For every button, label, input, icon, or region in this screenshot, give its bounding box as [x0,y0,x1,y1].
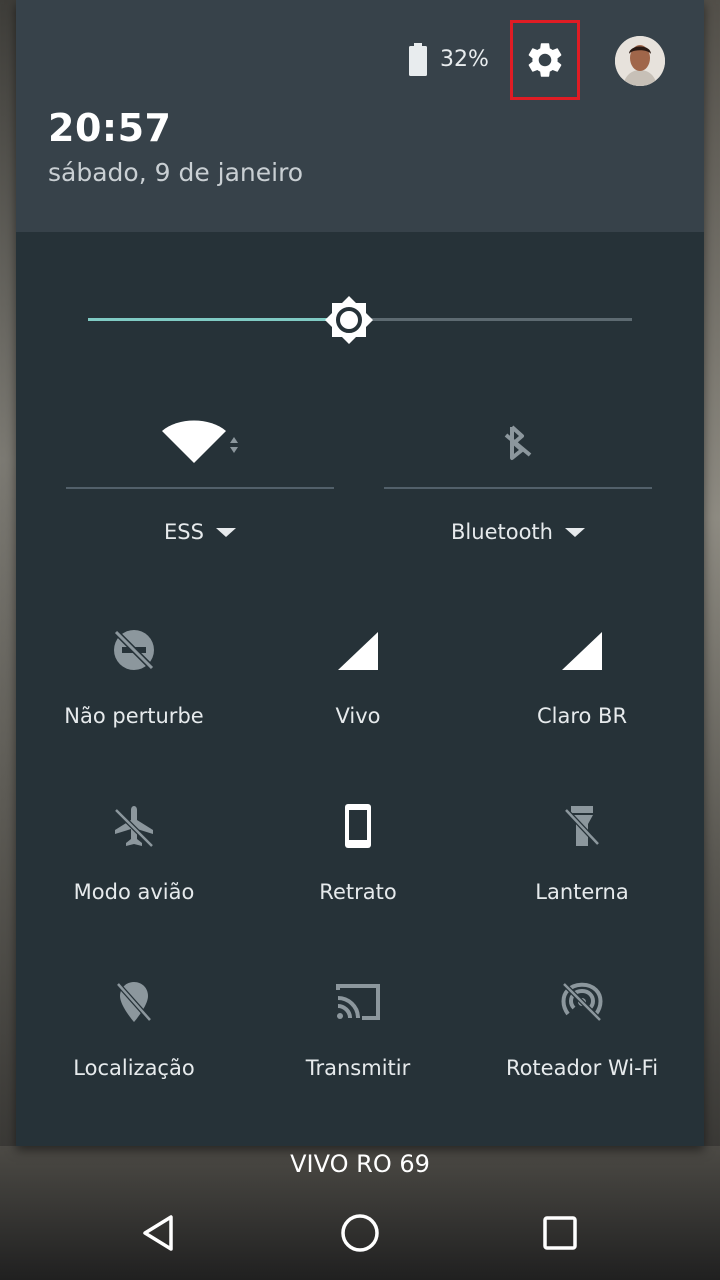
wifi-tile-divider [66,487,334,489]
flashlight-off-icon [564,806,600,846]
wifi-network-dropdown[interactable]: ESS [66,516,334,548]
cell-signal-icon [338,632,378,670]
home-icon [341,1214,379,1252]
wallpaper-left [0,0,16,1150]
wifi-tile[interactable]: ESS [66,400,334,570]
tile-airplane-mode[interactable]: Modo avião [22,796,246,946]
tile-label: Vivo [335,704,381,728]
do-not-disturb-off-icon [113,629,155,671]
tile-location[interactable]: Localização [22,972,246,1122]
gear-icon [528,43,562,77]
battery-percent: 32% [440,47,489,72]
quick-settings-header: 32% 20:57 sábado, 9 de janeiro [16,0,704,232]
tile-label: Transmitir [305,1056,411,1080]
settings-button[interactable] [510,20,580,100]
bluetooth-tile-icon-area [384,414,652,470]
tile-label: Lanterna [535,880,629,904]
chevron-down-icon [564,527,585,537]
tile-icon-area [246,796,470,856]
wallpaper-right [704,0,720,1150]
user-photo-icon [615,36,665,86]
location-off-icon [116,982,152,1022]
recents-icon [543,1216,577,1250]
nav-back-button[interactable] [134,1208,184,1258]
tile-icon-area [22,796,246,856]
tile-icon-area [470,972,694,1032]
user-avatar[interactable] [615,36,665,86]
clock-time: 20:57 [48,106,172,150]
date-text: sábado, 9 de janeiro [48,158,304,187]
tile-portrait[interactable]: Retrato [246,796,470,946]
tile-label: Claro BR [536,704,628,728]
wifi-tile-icon-area [66,414,334,470]
hotspot-off-icon [561,982,603,1022]
tile-claro-br[interactable]: Claro BR [470,620,694,770]
tile-icon-area [22,620,246,680]
nav-recents-button[interactable] [535,1208,585,1258]
tile-icon-area [22,972,246,1032]
chevron-down-icon [215,527,236,537]
wifi-network-label: ESS [164,520,204,544]
airplane-off-icon [114,806,154,848]
cell-signal-icon [562,632,602,670]
tile-label: Localização [73,1056,195,1080]
tile-label: Roteador Wi-Fi [505,1056,659,1080]
wifi-icon [162,420,238,463]
tile-vivo[interactable]: Vivo [246,620,470,770]
bluetooth-tile[interactable]: Bluetooth [384,400,652,570]
tile-label: Retrato [319,880,397,904]
brightness-slider-thumb[interactable] [323,294,375,346]
battery-icon [409,43,427,76]
tile-icon-area [246,972,470,1032]
bluetooth-dropdown[interactable]: Bluetooth [384,516,652,548]
bluetooth-label: Bluetooth [451,520,553,544]
tile-do-not-disturb[interactable]: Não perturbe [22,620,246,770]
tile-label: Modo avião [73,880,195,904]
back-icon [143,1215,173,1251]
quick-settings-panel: 32% 20:57 sábado, 9 de janeiro ESS Bluet… [16,0,704,1146]
tile-label: Não perturbe [64,704,204,728]
tile-cast[interactable]: Transmitir [246,972,470,1122]
tile-icon-area [470,620,694,680]
tile-wifi-hotspot[interactable]: Roteador Wi-Fi [470,972,694,1122]
nav-home-button[interactable] [335,1208,385,1258]
bluetooth-disabled-icon [504,425,532,460]
tile-icon-area [246,620,470,680]
portrait-icon [345,804,371,848]
carrier-label: VIVO RO 69 [290,1150,430,1178]
cast-icon [336,984,380,1020]
tile-flashlight[interactable]: Lanterna [470,796,694,946]
bluetooth-tile-divider [384,487,652,489]
brightness-slider-fill [88,318,349,321]
tile-icon-area [470,796,694,856]
